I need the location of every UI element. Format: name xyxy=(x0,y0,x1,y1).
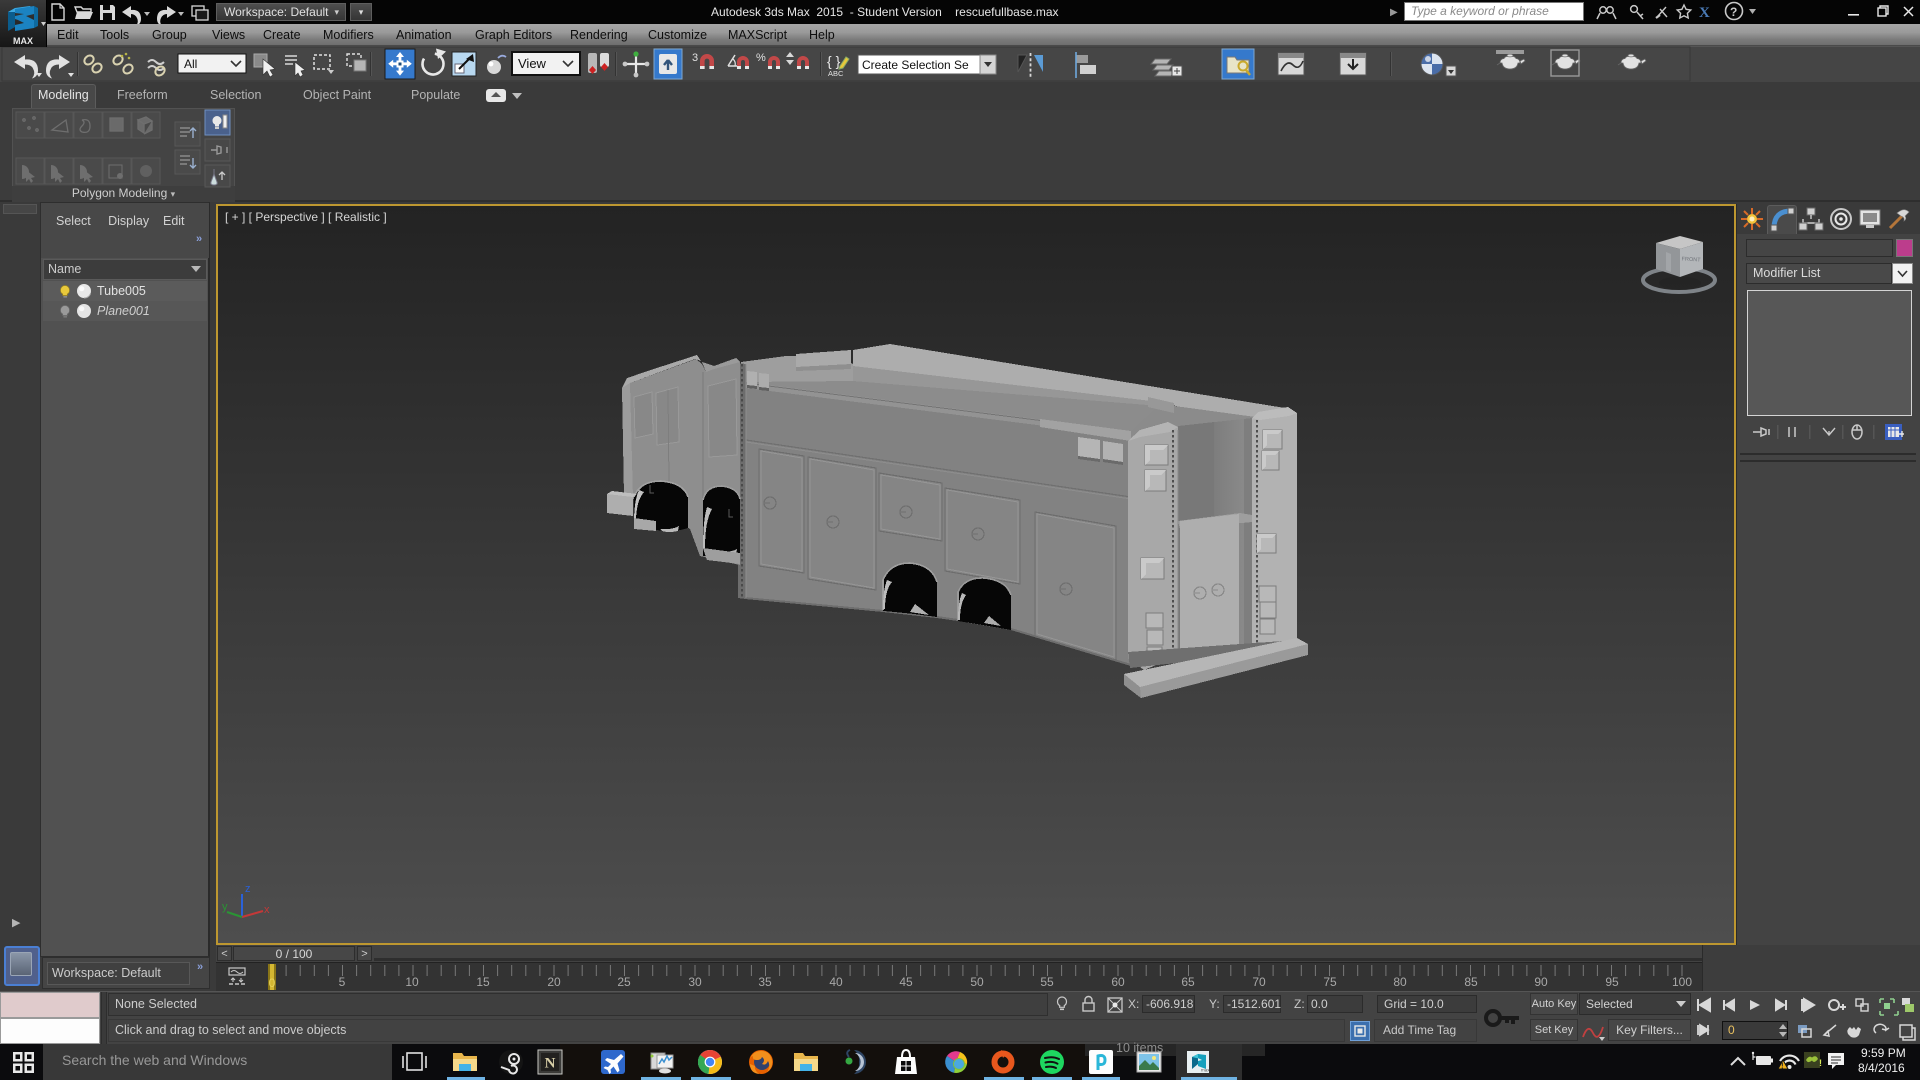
svg-text:60: 60 xyxy=(1111,975,1125,989)
svg-text:ABC: ABC xyxy=(828,69,844,78)
svg-text:100: 100 xyxy=(1672,975,1692,989)
svg-text:N: N xyxy=(545,1056,556,1072)
svg-text:3: 3 xyxy=(692,52,698,64)
svg-text:55: 55 xyxy=(1040,975,1054,989)
svg-text:!: ! xyxy=(1781,1062,1784,1071)
svg-text:30: 30 xyxy=(688,975,702,989)
svg-text:70: 70 xyxy=(1252,975,1266,989)
svg-text:FRONT: FRONT xyxy=(1681,257,1701,264)
svg-text:%: % xyxy=(756,52,766,64)
svg-text:{ }: { } xyxy=(827,53,841,69)
svg-text:?: ? xyxy=(1730,5,1737,19)
svg-text:max: max xyxy=(1201,1068,1210,1073)
svg-text:95: 95 xyxy=(1605,975,1619,989)
svg-text:10: 10 xyxy=(405,975,419,989)
svg-text:80: 80 xyxy=(1393,975,1407,989)
svg-text:85: 85 xyxy=(1464,975,1478,989)
svg-text:MAX: MAX xyxy=(13,36,33,46)
svg-text:65: 65 xyxy=(1181,975,1195,989)
svg-text:15: 15 xyxy=(476,975,490,989)
svg-text:!: ! xyxy=(1819,1058,1822,1068)
svg-text:x: x xyxy=(264,904,270,916)
svg-text:5: 5 xyxy=(339,975,346,989)
svg-text:40: 40 xyxy=(829,975,843,989)
svg-text:35: 35 xyxy=(758,975,772,989)
svg-text:25: 25 xyxy=(617,975,631,989)
svg-text:20: 20 xyxy=(547,975,561,989)
svg-text:0: 0 xyxy=(269,976,276,990)
svg-text:Create Selection Se: Create Selection Se xyxy=(862,58,969,72)
svg-text:45: 45 xyxy=(899,975,913,989)
svg-text:All: All xyxy=(184,57,197,71)
svg-text:90: 90 xyxy=(1534,975,1548,989)
svg-text:X: X xyxy=(1699,5,1710,21)
svg-text:75: 75 xyxy=(1323,975,1337,989)
svg-text:View: View xyxy=(518,56,547,71)
svg-text:y: y xyxy=(222,901,228,913)
svg-text:50: 50 xyxy=(970,975,984,989)
svg-text:z: z xyxy=(245,883,251,895)
